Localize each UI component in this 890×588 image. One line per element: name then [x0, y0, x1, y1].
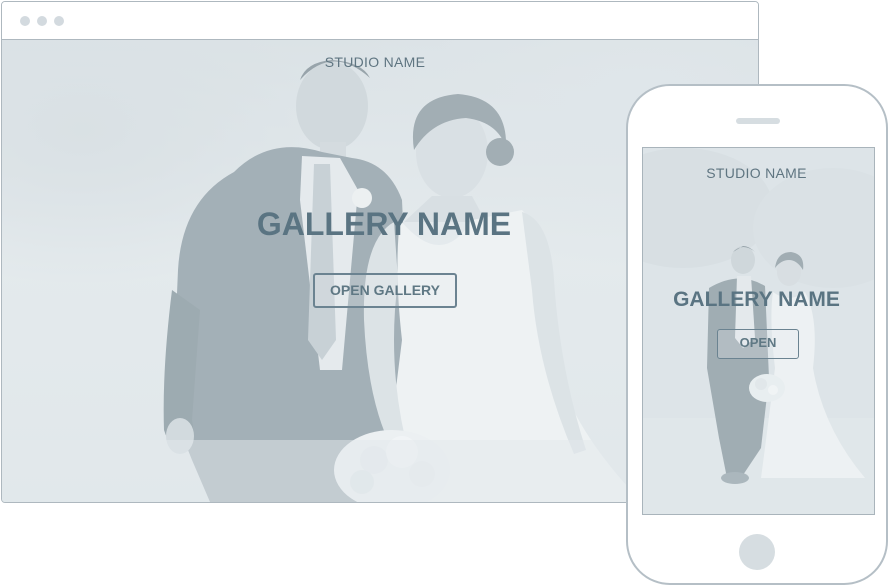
window-dot-icon: [20, 16, 30, 26]
home-button-icon[interactable]: [739, 534, 775, 570]
window-titlebar: [2, 2, 758, 40]
gallery-title-mobile: GALLERY NAME: [673, 288, 840, 311]
phone-screen: STUDIO NAME GALLERY NAME OPEN: [642, 147, 875, 515]
open-button-mobile[interactable]: OPEN: [717, 329, 799, 359]
studio-name: STUDIO NAME: [324, 54, 426, 70]
speaker-icon: [736, 118, 780, 124]
preview-stage: STUDIO NAME GALLERY NAME OPEN GALLERY ST…: [0, 0, 890, 588]
window-dot-icon: [37, 16, 47, 26]
window-dot-icon: [54, 16, 64, 26]
open-gallery-button[interactable]: OPEN GALLERY: [313, 273, 457, 308]
studio-name-mobile: STUDIO NAME: [706, 165, 807, 181]
phone-device: STUDIO NAME GALLERY NAME OPEN: [626, 84, 888, 585]
